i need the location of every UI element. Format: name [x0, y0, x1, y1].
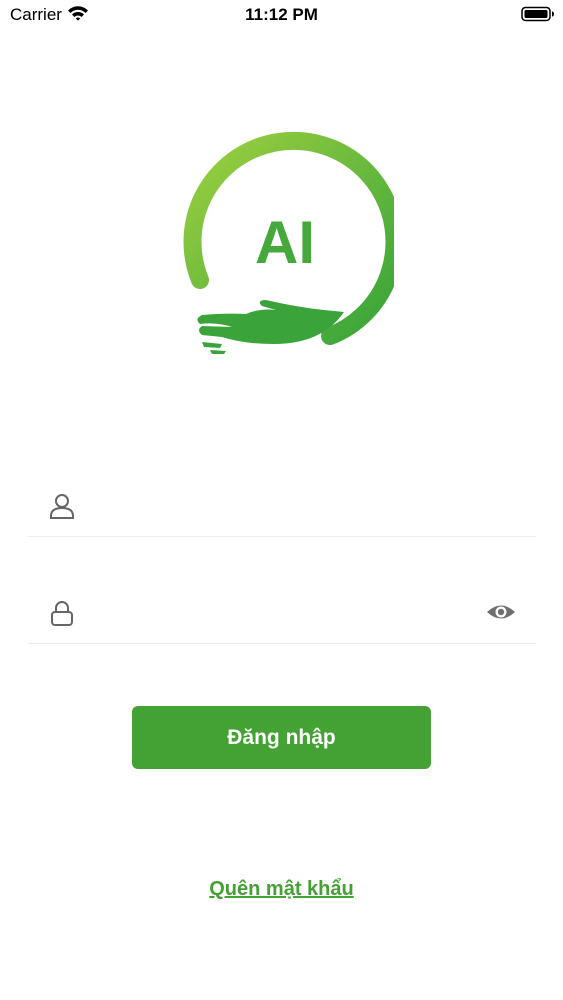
- status-time: 11:12 PM: [245, 5, 318, 24]
- forgot-password-link[interactable]: Quên mật khẩu: [0, 878, 563, 901]
- lock-icon: [51, 601, 73, 626]
- status-bar: Carrier 11:12 PM: [0, 0, 563, 30]
- battery-icon: [521, 6, 554, 22]
- login-button[interactable]: Đăng nhập: [132, 706, 431, 769]
- password-field: [28, 583, 536, 644]
- eye-icon[interactable]: [486, 601, 516, 623]
- app-logo: AI: [183, 131, 394, 354]
- username-field: [28, 476, 536, 537]
- user-icon: [50, 494, 74, 519]
- username-input[interactable]: [94, 486, 478, 528]
- password-input[interactable]: [94, 593, 478, 635]
- logo-text: AI: [255, 209, 315, 276]
